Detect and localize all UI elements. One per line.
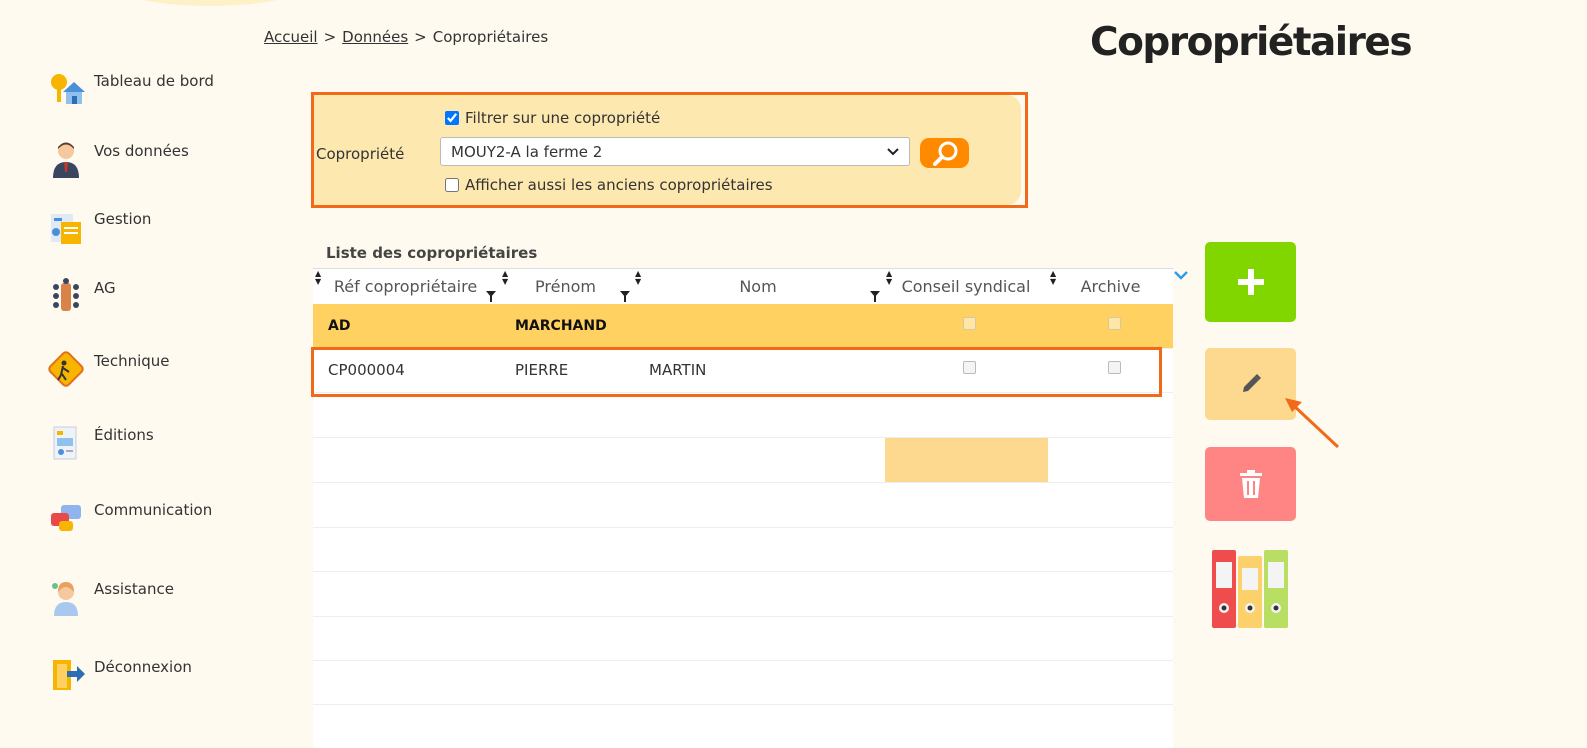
table-header: ▲ ▼ Réf copropriétaire ▲ ▼ Prénom ▲ ▼ Nom ▲… xyxy=(313,268,1173,305)
column-header-council[interactable]: Conseil syndical xyxy=(896,269,1036,304)
filter-by-copro-option[interactable]: Filtrer sur une copropriété xyxy=(445,109,660,127)
worker-sign-icon xyxy=(48,351,84,387)
sidebar-item-editions[interactable]: Éditions xyxy=(47,424,154,462)
empty-row xyxy=(313,572,1173,617)
column-header-lastname[interactable]: Nom xyxy=(648,269,868,304)
sidebar-item-management[interactable]: Gestion xyxy=(47,208,151,246)
meeting-table-icon xyxy=(53,278,79,311)
report-document-icon xyxy=(53,426,77,460)
column-header-archive[interactable]: Archive xyxy=(1063,269,1158,304)
filter-by-copro-label: Filtrer sur une copropriété xyxy=(465,109,661,127)
sidebar-item-dashboard[interactable]: Tableau de bord xyxy=(47,70,214,108)
sort-icon[interactable]: ▲ ▼ xyxy=(886,270,892,286)
archive-checkbox xyxy=(1108,317,1121,330)
owners-table: ▲ ▼ Réf copropriétaire ▲ ▼ Prénom ▲ ▼ Nom ▲… xyxy=(313,268,1173,748)
delete-owner-button[interactable] xyxy=(1205,447,1296,521)
breadcrumb: Accueil > Données > Copropriétaires xyxy=(264,28,548,46)
support-agent-icon xyxy=(52,582,78,616)
management-icon xyxy=(51,214,81,244)
sidebar-item-label: Assistance xyxy=(94,580,174,598)
copro-label: Copropriété xyxy=(316,145,405,163)
sidebar-item-your-data[interactable]: Vos données xyxy=(47,140,189,178)
sidebar-item-label: Déconnexion xyxy=(94,658,192,676)
search-icon xyxy=(932,141,957,166)
user-avatar-icon xyxy=(53,142,79,178)
sidebar-item-assistance[interactable]: Assistance xyxy=(47,578,174,616)
sidebar-item-label: Communication xyxy=(94,501,213,519)
sidebar-item-label: Éditions xyxy=(94,426,154,444)
show-former-owners-checkbox[interactable] xyxy=(445,178,459,192)
logout-door-icon xyxy=(53,660,85,690)
copro-select-value: MOUY2-A la ferme 2 xyxy=(451,142,603,161)
filter-panel: Filtrer sur une copropriété Copropriété … xyxy=(311,92,1028,208)
add-owner-button[interactable] xyxy=(1205,242,1296,322)
row-highlight-frame xyxy=(311,347,1162,397)
sidebar-item-label: Vos données xyxy=(94,142,189,160)
cell-ref: AD xyxy=(328,318,351,334)
filter-funnel-icon[interactable] xyxy=(486,291,496,302)
empty-row xyxy=(313,616,1173,661)
breadcrumb-separator: > xyxy=(414,28,427,46)
sidebar-item-label: AG xyxy=(94,279,116,297)
copro-select[interactable]: MOUY2-A la ferme 2 xyxy=(440,137,910,166)
trash-icon xyxy=(1239,470,1262,498)
sidebar-item-ag[interactable]: AG xyxy=(47,277,116,315)
empty-row xyxy=(313,660,1173,705)
chat-bubbles-icon xyxy=(51,505,81,531)
sidebar: Tableau de bord Vos données Gestion AG T… xyxy=(0,0,260,748)
empty-row xyxy=(313,483,1173,528)
filter-funnel-icon[interactable] xyxy=(870,291,880,302)
breadcrumb-data-link[interactable]: Données xyxy=(342,28,408,46)
filter-funnel-icon[interactable] xyxy=(620,291,630,302)
binders-icon xyxy=(1212,550,1288,628)
column-header-firstname[interactable]: Prénom xyxy=(518,269,613,304)
dashboard-house-icon xyxy=(51,74,85,104)
sidebar-item-technical[interactable]: Technique xyxy=(47,350,170,388)
chevron-down-icon xyxy=(887,145,899,159)
breadcrumb-home-link[interactable]: Accueil xyxy=(264,28,318,46)
council-checkbox xyxy=(963,317,976,330)
sort-icon[interactable]: ▲ ▼ xyxy=(635,270,641,286)
sidebar-item-label: Tableau de bord xyxy=(94,72,214,90)
empty-row xyxy=(313,393,1173,438)
pointer-arrow-icon xyxy=(1285,398,1340,449)
plus-icon xyxy=(1237,269,1264,295)
sidebar-item-logout[interactable]: Déconnexion xyxy=(47,656,192,694)
pencil-icon xyxy=(1242,374,1261,392)
sidebar-item-label: Gestion xyxy=(94,210,152,228)
sort-icon[interactable]: ▲ ▼ xyxy=(315,270,321,286)
show-former-owners-option[interactable]: Afficher aussi les anciens copropriétair… xyxy=(445,176,773,194)
filter-by-copro-checkbox[interactable] xyxy=(445,111,459,125)
page-title: Copropriétaires xyxy=(1090,20,1413,65)
show-former-owners-label: Afficher aussi les anciens copropriétair… xyxy=(465,176,773,194)
table-row[interactable]: AD MARCHAND xyxy=(313,304,1173,349)
sort-icon[interactable]: ▲ ▼ xyxy=(1050,270,1056,286)
sort-icon[interactable]: ▲ ▼ xyxy=(502,270,508,286)
breadcrumb-current: Copropriétaires xyxy=(432,28,549,46)
empty-row xyxy=(313,527,1173,572)
breadcrumb-separator: > xyxy=(323,28,337,46)
highlighted-cell xyxy=(885,438,1048,482)
search-button[interactable] xyxy=(920,138,969,168)
expand-chevron-icon[interactable] xyxy=(1174,268,1188,284)
archive-button[interactable] xyxy=(1210,548,1290,630)
column-header-ref[interactable]: Réf copropriétaire xyxy=(328,269,483,304)
sidebar-item-label: Technique xyxy=(94,352,170,370)
list-title: Liste des copropriétaires xyxy=(326,244,538,262)
cell-firstname: MARCHAND xyxy=(515,318,607,334)
sidebar-item-communication[interactable]: Communication xyxy=(47,499,212,537)
